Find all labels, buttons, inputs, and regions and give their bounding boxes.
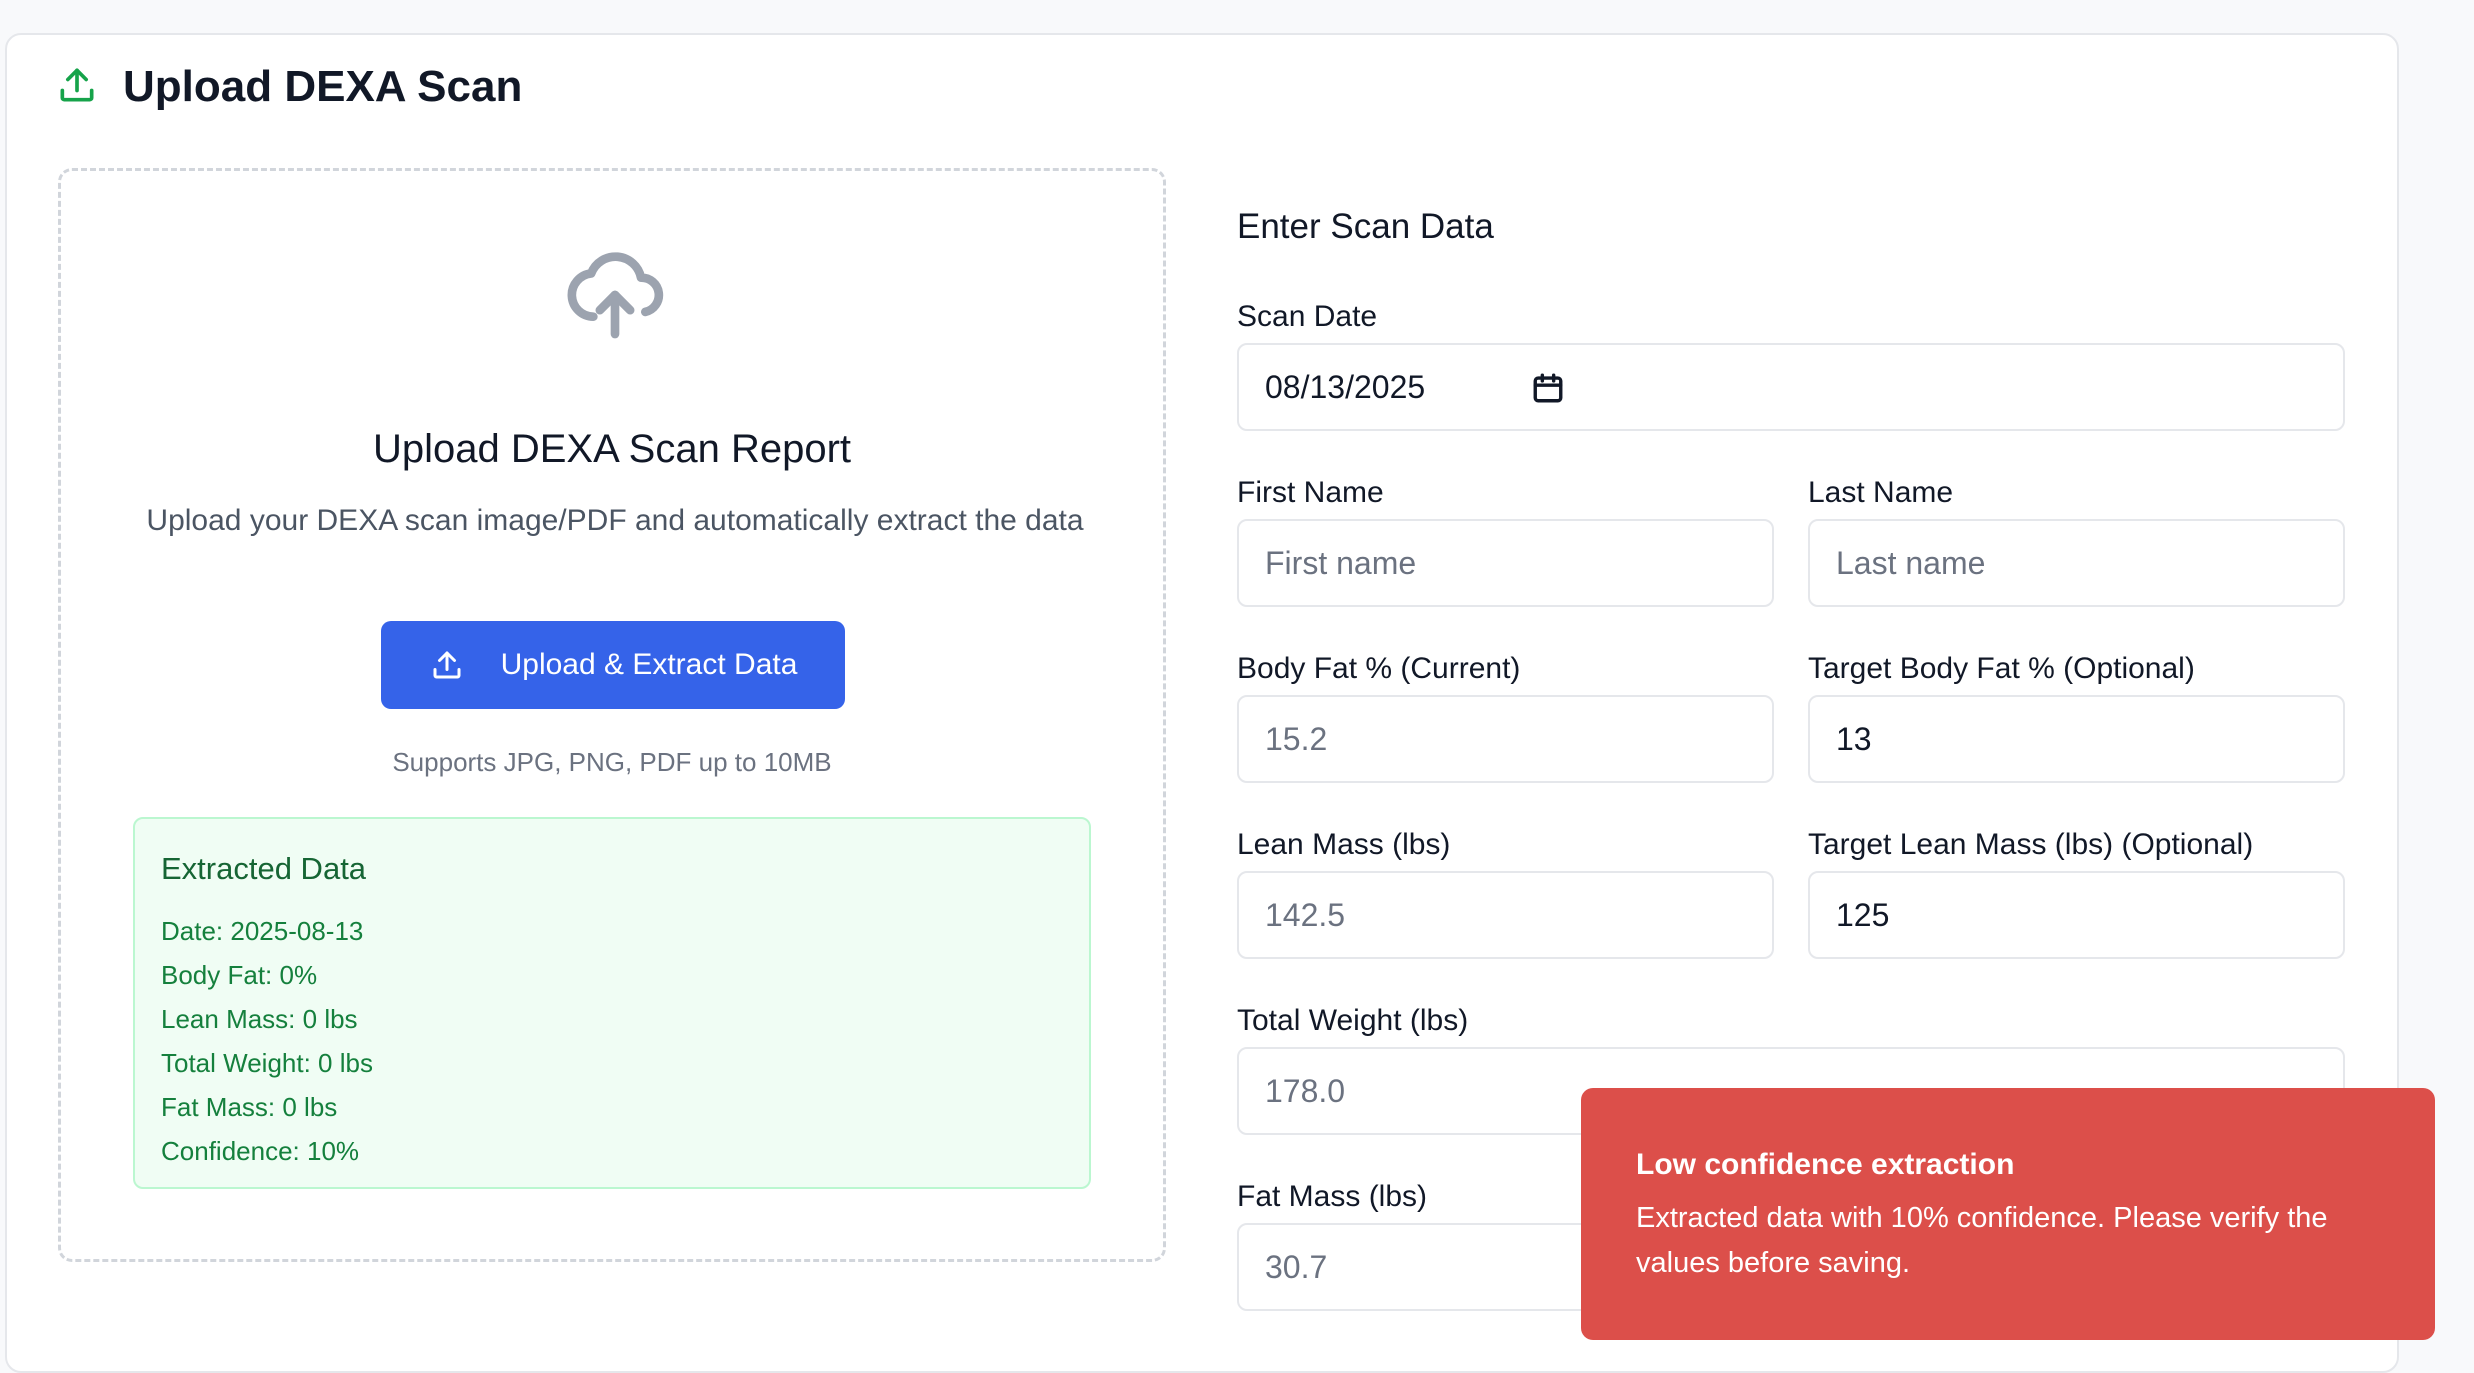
target-body-fat-input[interactable]: 13 [1808, 695, 2345, 783]
target-lean-mass-label: Target Lean Mass (lbs) (Optional) [1808, 828, 2254, 861]
upload-extract-button[interactable]: Upload & Extract Data [381, 621, 845, 709]
low-confidence-toast[interactable]: Low confidence extraction Extracted data… [1581, 1088, 2435, 1340]
last-name-input[interactable]: Last name [1808, 519, 2345, 607]
scan-date-input[interactable]: 08/13/2025 [1237, 343, 2345, 431]
extracted-fat-mass: Fat Mass: 0 lbs [161, 1092, 338, 1122]
extracted-date: Date: 2025-08-13 [161, 916, 364, 946]
scan-date-label: Scan Date [1237, 300, 1378, 333]
first-name-label: First Name [1237, 476, 1384, 509]
extracted-lean-mass: Lean Mass: 0 lbs [161, 1004, 358, 1034]
extracted-data-panel: Extracted Data Date: 2025-08-13 Body Fat… [133, 817, 1091, 1189]
fat-mass-placeholder: 30.7 [1265, 1248, 1328, 1285]
last-name-label: Last Name [1808, 476, 1954, 509]
upload-icon [55, 63, 99, 112]
upload-button-label: Upload & Extract Data [500, 648, 798, 681]
lean-mass-placeholder: 142.5 [1265, 896, 1346, 933]
target-lean-mass-input[interactable]: 125 [1808, 871, 2345, 959]
first-name-input[interactable]: First name [1237, 519, 1774, 607]
lean-mass-input[interactable]: 142.5 [1237, 871, 1774, 959]
page-title: Upload DEXA Scan [123, 62, 523, 111]
form-title: Enter Scan Data [1237, 207, 1494, 246]
extracted-confidence: Confidence: 10% [161, 1136, 360, 1166]
lean-mass-label: Lean Mass (lbs) [1237, 828, 1451, 861]
last-name-placeholder: Last name [1836, 544, 1986, 581]
upload-title: Upload DEXA Scan Report [372, 427, 852, 471]
target-body-fat-label: Target Body Fat % (Optional) [1808, 652, 2195, 685]
extracted-total-weight: Total Weight: 0 lbs [161, 1048, 373, 1078]
page-header: Upload DEXA Scan [55, 62, 522, 112]
extracted-data-title: Extracted Data [161, 851, 367, 886]
upload-description: Upload your DEXA scan image/PDF and auto… [146, 504, 1084, 537]
upload-dropzone[interactable]: Upload DEXA Scan Report Upload your DEXA… [58, 168, 1166, 1262]
first-name-placeholder: First name [1265, 544, 1417, 581]
body-fat-label: Body Fat % (Current) [1237, 652, 1521, 685]
calendar-icon[interactable] [1531, 371, 1565, 405]
cloud-upload-icon [567, 252, 664, 339]
body-fat-input[interactable]: 15.2 [1237, 695, 1774, 783]
total-weight-placeholder: 178.0 [1265, 1072, 1346, 1109]
toast-message: Extracted data with 10% confidence. Plea… [1636, 1202, 2328, 1279]
total-weight-label: Total Weight (lbs) [1237, 1004, 1469, 1037]
scan-date-value: 08/13/2025 [1265, 368, 1426, 405]
extracted-body-fat: Body Fat: 0% [161, 960, 318, 990]
body-fat-placeholder: 15.2 [1265, 720, 1328, 757]
upload-icon [433, 651, 461, 679]
target-lean-mass-value: 125 [1836, 896, 1890, 933]
supported-formats: Supports JPG, PNG, PDF up to 10MB [392, 747, 832, 777]
target-body-fat-value: 13 [1836, 720, 1872, 757]
toast-title: Low confidence extraction [1636, 1148, 2015, 1181]
fat-mass-label: Fat Mass (lbs) [1237, 1180, 1428, 1213]
